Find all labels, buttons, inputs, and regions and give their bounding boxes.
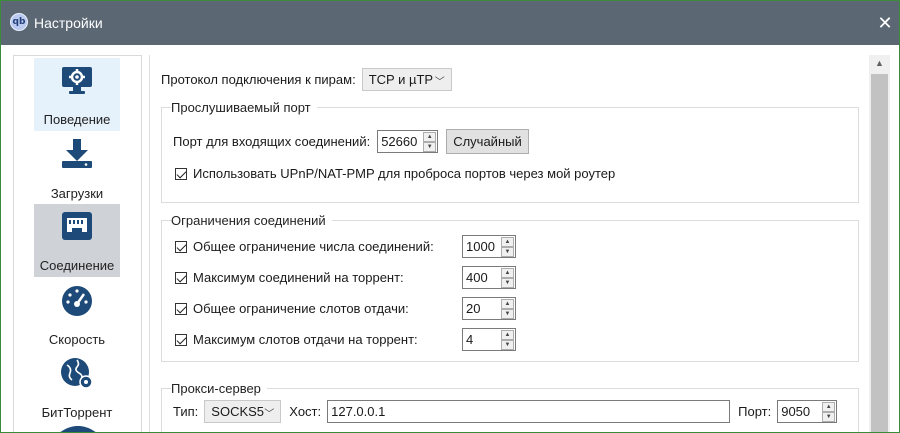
- proxy-type-label: Тип:: [173, 404, 199, 419]
- incoming-port-spinbox[interactable]: 52660 ▲ ▼: [377, 130, 439, 153]
- spin-up-icon[interactable]: ▲: [423, 132, 437, 142]
- limit-checkbox[interactable]: [175, 333, 187, 346]
- speedometer-icon: [62, 286, 92, 316]
- upnp-row: Использовать UPnP/NAT-PMP для проброса п…: [175, 166, 615, 181]
- spin-arrows[interactable]: ▲ ▼: [423, 132, 437, 152]
- sidebar-item-label: Загрузки: [50, 186, 104, 201]
- limit-checkbox[interactable]: [175, 240, 187, 253]
- limit-value: 20: [466, 301, 481, 316]
- protocol-label: Протокол подключения к пирам:: [161, 72, 356, 87]
- network-port-icon: [62, 212, 92, 240]
- limit-checkbox[interactable]: [175, 271, 187, 284]
- limit-spinbox[interactable]: 4 ▲ ▼: [462, 328, 516, 351]
- spin-down-icon[interactable]: ▼: [501, 278, 514, 288]
- incoming-port-row: Порт для входящих соединений: 52660 ▲ ▼ С…: [173, 129, 529, 154]
- limit-spinbox[interactable]: 20 ▲ ▼: [462, 297, 516, 320]
- globe-gear-icon: [61, 358, 93, 389]
- proxy-host-input[interactable]: 127.0.0.1: [327, 400, 731, 423]
- settings-sidebar[interactable]: Поведение Загрузки Соединение Скорость Б…: [13, 55, 142, 432]
- spin-arrows[interactable]: ▲ ▼: [822, 402, 836, 422]
- title-bar[interactable]: qb Настройки ✕: [1, 1, 899, 45]
- limit-label: Общее ограничение слотов отдачи:: [193, 301, 409, 316]
- random-port-button[interactable]: Случайный: [446, 129, 529, 154]
- spin-up-icon[interactable]: ▲: [501, 330, 514, 340]
- spin-down-icon[interactable]: ▼: [501, 247, 514, 257]
- proxy-type-select[interactable]: SOCKS5 ﹀: [204, 400, 282, 423]
- spin-arrows[interactable]: ▲ ▼: [501, 268, 514, 288]
- limit-value: 400: [466, 270, 488, 285]
- limit-row-global-connections: Общее ограничение числа соединений: 1000…: [175, 235, 516, 258]
- limit-label: Общее ограничение числа соединений:: [193, 239, 434, 254]
- limit-label: Максимум слотов отдачи на торрент:: [193, 332, 418, 347]
- spin-arrows[interactable]: ▲ ▼: [501, 299, 514, 319]
- monitor-gear-icon: [62, 67, 92, 94]
- spin-down-icon[interactable]: ▼: [423, 142, 437, 152]
- scroll-up-icon[interactable]: ▲: [869, 55, 890, 72]
- limit-label: Максимум соединений на торрент:: [193, 270, 404, 285]
- limit-checkbox[interactable]: [175, 302, 187, 315]
- close-button[interactable]: ✕: [875, 13, 895, 33]
- sidebar-item-label: Поведение: [43, 112, 111, 127]
- sidebar-item-label: Скорость: [48, 332, 106, 347]
- upnp-checkbox[interactable]: [175, 167, 187, 180]
- incoming-port-value: 52660: [381, 134, 418, 149]
- proxy-row: Тип: SOCKS5 ﹀ Хост: 127.0.0.1 Порт: 9050…: [173, 400, 838, 423]
- limit-value: 4: [466, 332, 474, 347]
- limit-row-per-torrent-upload-slots: Максимум слотов отдачи на торрент: 4 ▲ ▼: [175, 328, 516, 351]
- proxy-port-spinbox[interactable]: 9050 ▲ ▼: [777, 400, 838, 423]
- spin-down-icon[interactable]: ▼: [501, 309, 514, 319]
- sidebar-item-label: БитТоррент: [41, 405, 113, 420]
- spin-up-icon[interactable]: ▲: [501, 237, 514, 247]
- spin-arrows[interactable]: ▲ ▼: [501, 237, 514, 257]
- app-logo-icon: qb: [10, 13, 28, 31]
- upnp-label: Использовать UPnP/NAT-PMP для проброса п…: [193, 166, 616, 181]
- listening-port-group: [161, 107, 859, 203]
- dialog-body: Поведение Загрузки Соединение Скорость Б…: [1, 45, 899, 432]
- chevron-down-icon: ﹀: [434, 77, 445, 88]
- spin-down-icon[interactable]: ▼: [822, 412, 836, 422]
- connection-settings-panel: Протокол подключения к пирам: TCP и µTP …: [149, 55, 869, 432]
- sidebar-item-connection[interactable]: Соединение: [34, 204, 120, 277]
- protocol-select[interactable]: TCP и µTP ﹀: [361, 68, 452, 91]
- sidebar-item-bittorrent[interactable]: БитТоррент: [34, 351, 120, 424]
- limit-spinbox[interactable]: 1000 ▲ ▼: [462, 235, 516, 258]
- spin-up-icon[interactable]: ▲: [822, 402, 836, 412]
- proxy-port-value: 9050: [781, 404, 811, 419]
- vertical-scrollbar[interactable]: ▲: [869, 55, 890, 432]
- scrollbar-thumb[interactable]: [871, 74, 888, 432]
- chevron-down-icon: ﹀: [264, 409, 275, 420]
- sidebar-item-downloads[interactable]: Загрузки: [34, 132, 120, 205]
- proxy-host-label: Хост:: [289, 404, 322, 419]
- window-title: Настройки: [34, 15, 103, 31]
- incoming-port-label: Порт для входящих соединений:: [173, 134, 371, 149]
- partial-sidebar-icon: [60, 426, 96, 432]
- spin-up-icon[interactable]: ▲: [501, 268, 514, 278]
- sidebar-item-label: Соединение: [39, 258, 115, 273]
- download-icon: [62, 139, 92, 168]
- sidebar-item-speed[interactable]: Скорость: [34, 278, 120, 351]
- sidebar-item-behavior[interactable]: Поведение: [34, 58, 120, 131]
- protocol-row: Протокол подключения к пирам: TCP и µTP …: [161, 68, 452, 91]
- spin-up-icon[interactable]: ▲: [501, 299, 514, 309]
- settings-window: qb Настройки ✕ Поведение Загрузки Соедин…: [0, 0, 900, 433]
- limit-spinbox[interactable]: 400 ▲ ▼: [462, 266, 516, 289]
- limit-row-global-upload-slots: Общее ограничение слотов отдачи: 20 ▲ ▼: [175, 297, 516, 320]
- limit-row-per-torrent-connections: Максимум соединений на торрент: 400 ▲ ▼: [175, 266, 516, 289]
- proxy-type-value: SOCKS5: [211, 404, 265, 419]
- spin-down-icon[interactable]: ▼: [501, 340, 514, 350]
- proxy-port-label: Порт:: [738, 404, 772, 419]
- limit-value: 1000: [466, 239, 495, 254]
- protocol-value: TCP и µTP: [368, 72, 434, 87]
- spin-arrows[interactable]: ▲ ▼: [501, 330, 514, 350]
